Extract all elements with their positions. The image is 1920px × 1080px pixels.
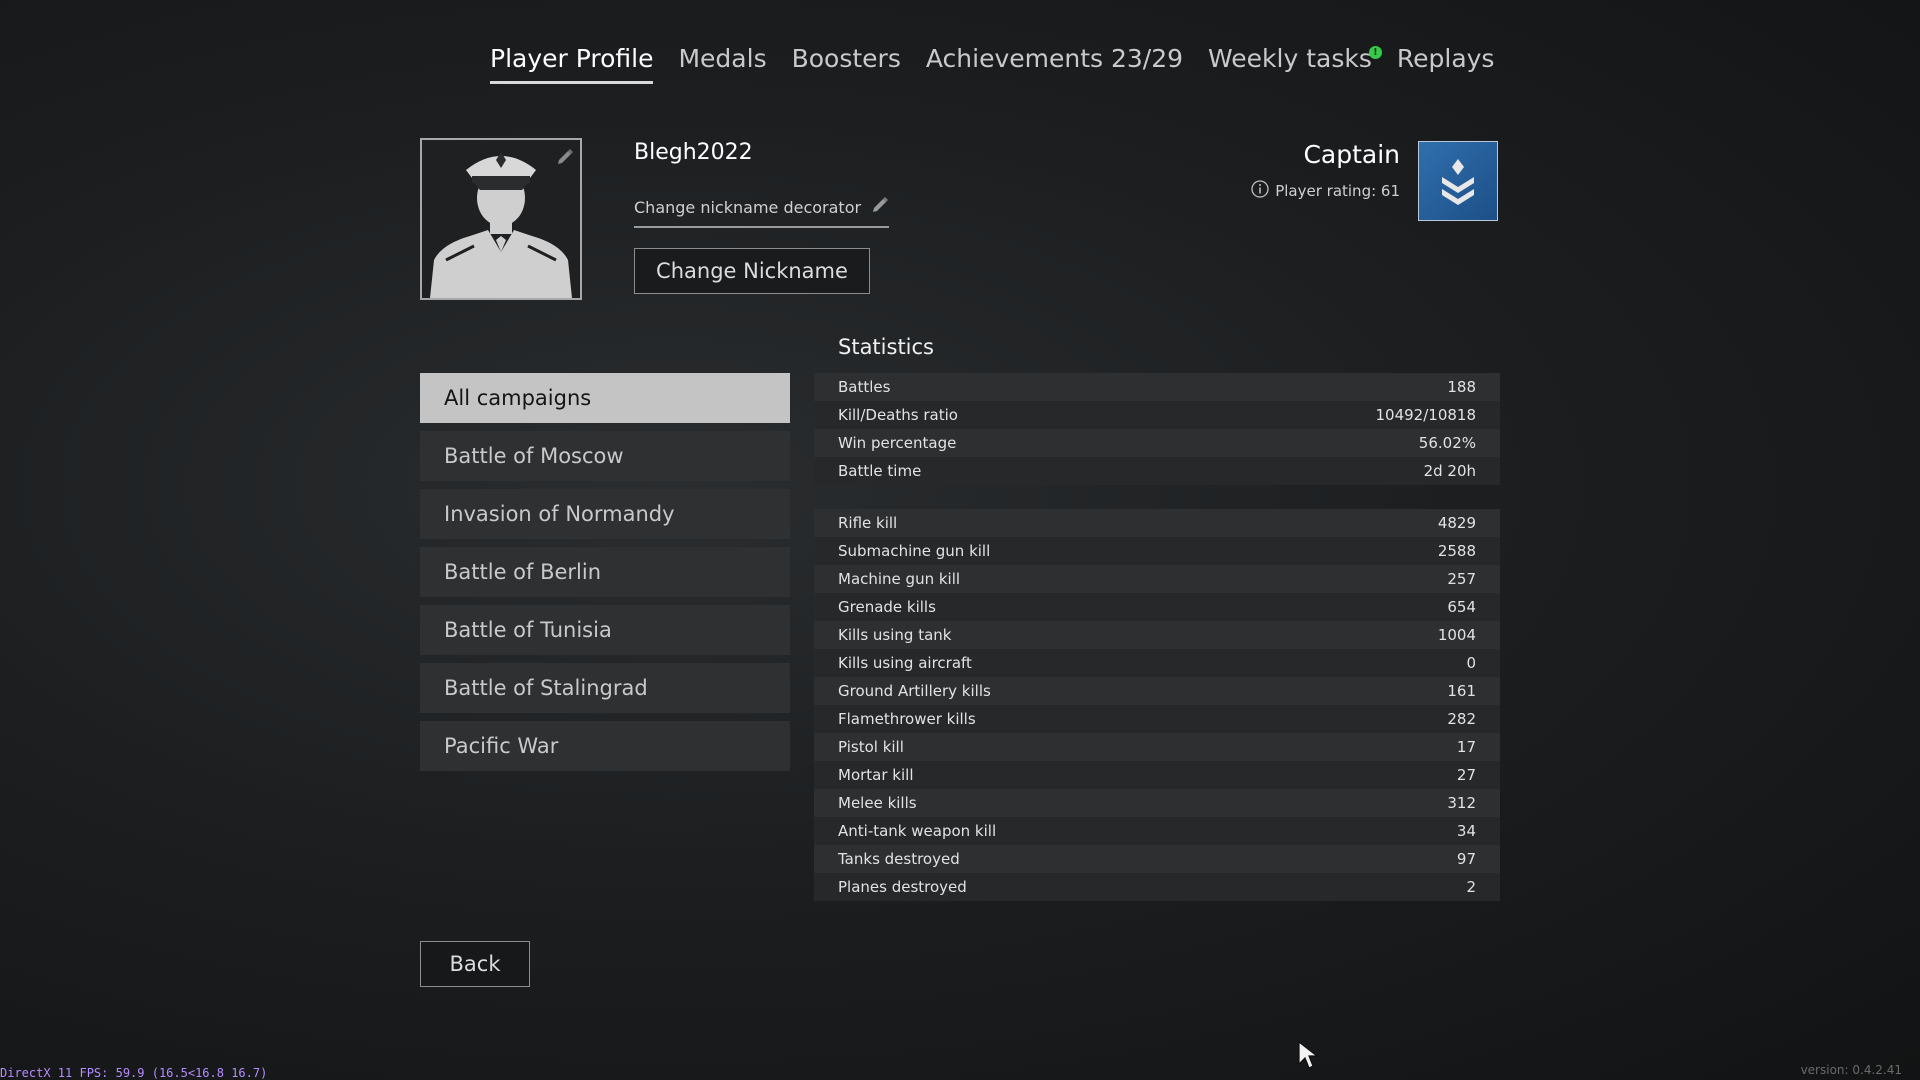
player-nickname: Blegh2022 [634,140,753,165]
stat-label: Machine gun kill [838,570,961,588]
stat-label: Planes destroyed [838,878,967,896]
campaign-all-campaigns[interactable]: All campaigns [420,373,790,423]
tab-weekly-tasks-label: Weekly tasks [1208,44,1372,73]
stat-row: Kill/Deaths ratio 10492/10818 [814,401,1500,429]
stat-label: Mortar kill [838,766,914,784]
tab-player-profile[interactable]: Player Profile [490,44,654,84]
stat-value: 257 [1447,570,1476,588]
stat-label: Kills using aircraft [838,654,972,672]
stat-label: Pistol kill [838,738,904,756]
stat-value: 2d 20h [1423,462,1476,480]
stat-value: 654 [1447,598,1476,616]
stat-row: Pistol kill 17 [814,733,1500,761]
stat-value: 312 [1447,794,1476,812]
stat-row: Rifle kill 4829 [814,509,1500,537]
stat-value: 17 [1456,738,1476,756]
stat-row: Grenade kills 654 [814,593,1500,621]
stat-value: 2 [1466,878,1476,896]
mouse-cursor-icon [1297,1040,1319,1074]
statistics-title: Statistics [838,335,934,359]
tab-weekly-tasks[interactable]: Weekly tasks ! [1208,44,1382,81]
fps-overlay: DirectX 11 FPS: 59.9 (16.5<16.8 16.7) [0,1066,268,1080]
pencil-icon[interactable] [556,148,574,166]
stat-value: 282 [1447,710,1476,728]
campaign-battle-of-berlin[interactable]: Battle of Berlin [420,547,790,597]
stat-value: 0 [1466,654,1476,672]
stat-label: Submachine gun kill [838,542,991,560]
back-button[interactable]: Back [420,941,530,987]
change-nickname-decorator-link[interactable]: Change nickname decorator [634,196,890,228]
stat-row: Flamethrower kills 282 [814,705,1500,733]
stat-value: 4829 [1437,514,1476,532]
tab-replays[interactable]: Replays [1397,44,1495,81]
stat-value: 27 [1456,766,1476,784]
stat-row: Anti-tank weapon kill 34 [814,817,1500,845]
stat-label: Melee kills [838,794,917,812]
stat-row: Planes destroyed 2 [814,873,1500,901]
campaign-invasion-of-normandy[interactable]: Invasion of Normandy [420,489,790,539]
stat-row: Mortar kill 27 [814,761,1500,789]
stat-row: Kills using aircraft 0 [814,649,1500,677]
stat-row: Submachine gun kill 2588 [814,537,1500,565]
rank-title: Captain [1303,140,1400,169]
version-label: version: 0.4.2.41 [1800,1063,1902,1077]
captain-chevron-icon [1442,159,1474,205]
stat-label: Ground Artillery kills [838,682,991,700]
stat-row: Ground Artillery kills 161 [814,677,1500,705]
stat-row: Win percentage 56.02% [814,429,1500,457]
stat-value: 2588 [1437,542,1476,560]
stat-label: Grenade kills [838,598,936,616]
stat-label: Kill/Deaths ratio [838,406,958,424]
stat-label: Rifle kill [838,514,898,532]
notification-badge: ! [1368,46,1382,59]
stat-label: Win percentage [838,434,957,452]
campaign-battle-of-stalingrad[interactable]: Battle of Stalingrad [420,663,790,713]
summary-stats: Battles 188 Kill/Deaths ratio 10492/10818 … [814,373,1500,485]
stat-row: Battle time 2d 20h [814,457,1500,485]
change-nickname-button[interactable]: Change Nickname [634,248,870,294]
player-rating: Player rating: 61 [1251,180,1400,202]
stat-row: Battles 188 [814,373,1500,401]
stat-value: 97 [1456,850,1476,868]
pencil-icon [871,196,889,218]
stat-row: Kills using tank 1004 [814,621,1500,649]
tab-achievements[interactable]: Achievements 23/29 [926,44,1183,81]
tab-boosters[interactable]: Boosters [792,44,901,81]
stat-value: 1004 [1437,626,1476,644]
stat-row: Melee kills 312 [814,789,1500,817]
campaign-list: All campaigns Battle of Moscow Invasion … [420,373,790,779]
profile-tabs: Player Profile Medals Boosters Achieveme… [490,44,1519,84]
info-icon[interactable] [1251,180,1269,202]
stat-value: 10492/10818 [1375,406,1477,424]
stat-value: 161 [1447,682,1476,700]
campaign-battle-of-tunisia[interactable]: Battle of Tunisia [420,605,790,655]
stat-value: 56.02% [1418,434,1476,452]
stat-label: Battles [838,378,891,396]
campaign-pacific-war[interactable]: Pacific War [420,721,790,771]
stat-label: Kills using tank [838,626,952,644]
stat-label: Flamethrower kills [838,710,976,728]
stat-value: 188 [1447,378,1476,396]
stat-label: Battle time [838,462,922,480]
tab-medals[interactable]: Medals [678,44,766,81]
stat-row: Machine gun kill 257 [814,565,1500,593]
campaign-battle-of-moscow[interactable]: Battle of Moscow [420,431,790,481]
kill-stats: Rifle kill 4829 Submachine gun kill 2588 M… [814,509,1500,901]
player-rating-text: Player rating: 61 [1275,182,1400,200]
stat-label: Tanks destroyed [838,850,960,868]
stat-value: 34 [1456,822,1476,840]
decorator-label: Change nickname decorator [634,197,862,217]
avatar[interactable] [420,138,582,300]
stat-row: Tanks destroyed 97 [814,845,1500,873]
stat-label: Anti-tank weapon kill [838,822,997,840]
rank-badge[interactable] [1418,141,1498,221]
